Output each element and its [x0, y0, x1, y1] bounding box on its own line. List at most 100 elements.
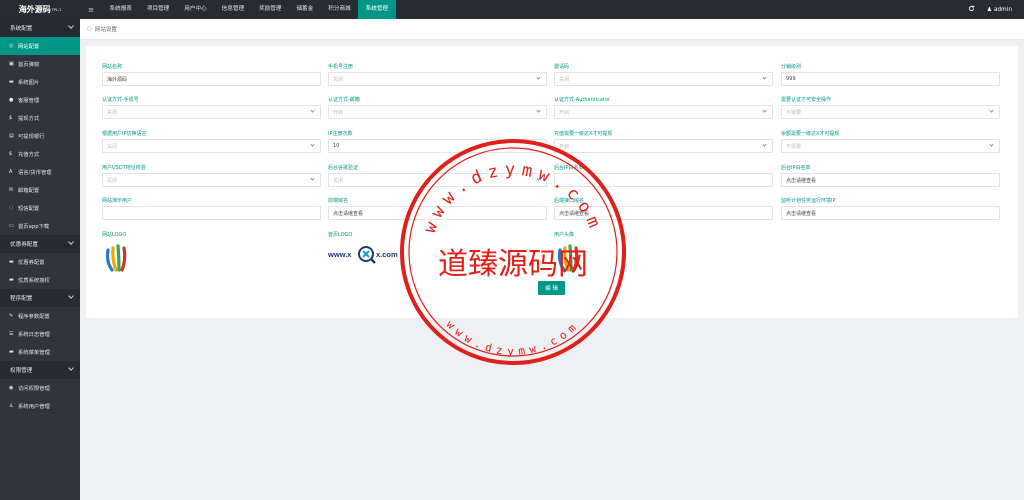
sidebar-item-coupon-config[interactable]: ▬ 优惠券配置 [0, 253, 80, 271]
user-avatar-image[interactable] [554, 240, 586, 276]
ip-whitelist-input-b[interactable]: 点击请继查看 [781, 173, 1000, 187]
nav-item-info[interactable]: 信息管理 [214, 0, 251, 19]
breadcrumb-dot-icon: ○ [87, 26, 92, 32]
field-frontend-domain: 前端域名 点击请继查看 [328, 197, 547, 220]
backend-domain-input[interactable]: 点击请继查看 [554, 206, 773, 220]
field-auth-phone: 认证方式-手机号 关闭 [102, 96, 321, 119]
table-icon: ▤ [9, 133, 14, 139]
nav-item-rewards[interactable]: 奖励管理 [252, 0, 289, 19]
field-label: 网站演示用户 [102, 198, 133, 204]
home-logo-text-a: www.x [328, 250, 352, 259]
balance-withdraw-select[interactable]: 不需要 [781, 139, 1000, 153]
select-value: 关闭 [559, 76, 570, 83]
chevron-down-icon [989, 142, 994, 147]
sidebar-item-label: 系统图片 [18, 80, 40, 86]
nav-item-projects[interactable]: 项目管理 [139, 0, 176, 19]
cron-ip-input[interactable]: 点击请继查看 [781, 206, 1000, 220]
sidebar-item-label: 语言/货币管理 [18, 170, 52, 176]
field-label: 网站名称 [102, 64, 123, 70]
field-cron-ip: 监听计划任务运行环境IP 点击请继查看 [781, 197, 1000, 220]
sidebar-item-label: 优质系统授权 [18, 278, 50, 284]
sidebar-item-system-license[interactable]: ▬ 优质系统授权 [0, 271, 80, 289]
site-logo-image[interactable] [102, 240, 134, 276]
nav-item-users[interactable]: 用户中心 [177, 0, 214, 19]
sidebar-item-label: 充值方式 [18, 152, 40, 158]
sidebar-item-customer-service[interactable]: ● 客服管理 [0, 91, 80, 109]
ip-language-select[interactable]: 关闭 [102, 139, 321, 153]
field-label: 充值需要一级达X才可提现 [554, 131, 613, 137]
field-backend-domain: 后端接口域名点击请继查看 [554, 197, 773, 220]
sidebar-item-email-config[interactable]: ✉ 邮箱配置 [0, 181, 80, 199]
usdt-check-select[interactable]: 关闭 [102, 173, 321, 187]
sidebar-item-app-download[interactable]: ▭ 首页app下载 [0, 217, 80, 235]
nav-item-reports[interactable]: 系统报表 [102, 0, 139, 19]
sidebar-item-system-menu[interactable]: ▬ 系统菜单管理 [0, 343, 80, 361]
sidebar-item-withdraw-banks[interactable]: ▤ 可提现银行 [0, 127, 80, 145]
auth-email-select[interactable]: 开启 [328, 105, 547, 119]
select-value: 开启 [559, 143, 570, 150]
field-ip-register-count: IP注册次数 10 [328, 130, 547, 153]
sidebar-item-recharge-methods[interactable]: $ 充值方式 [0, 145, 80, 163]
sidebar-item-access-permissions[interactable]: ◉ 访问权限管理 [0, 379, 80, 397]
sidebar-item-label: 优惠券配置 [18, 260, 45, 266]
sidebar-group-program-config[interactable]: 程序配置 [0, 289, 80, 307]
ip-whitelist-input-a[interactable] [554, 173, 773, 187]
nav-item-points-mall[interactable]: 积分商城 [321, 0, 358, 19]
refresh-icon[interactable] [963, 5, 981, 14]
field-label: 后台谷歌验证 [328, 165, 359, 171]
sidebar-item-sms-config[interactable]: ◌ 短信配置 [0, 199, 80, 217]
sidebar-item-withdraw-methods[interactable]: $ 提现方式 [0, 109, 80, 127]
site-name-input[interactable]: 海外源码 [102, 72, 321, 86]
field-site-logo: 网站LOGO [102, 231, 321, 278]
distribution-level-input[interactable]: 999 [781, 72, 1000, 86]
sidebar-group-permissions[interactable]: 权限管理 [0, 361, 80, 379]
select-value: 关闭 [107, 109, 118, 116]
field-home-logo: 首页LOGO www.x x.com [327, 231, 547, 272]
chevron-down-icon [536, 108, 541, 113]
ip-register-count-input[interactable]: 10 [328, 139, 547, 153]
google-auth-select[interactable]: 关闭 [328, 173, 547, 187]
field-site-name: 网站名称 海外源码 [102, 63, 321, 86]
dollar-icon: $ [9, 151, 13, 157]
field-auth-email: 认证方式-邮箱 开启 [328, 96, 547, 119]
sidebar-item-system-images[interactable]: ▬ 系统图片 [0, 73, 80, 91]
secure-op-auth-select[interactable]: 不需要 [781, 105, 1000, 119]
menu-toggle-icon[interactable]: ≡ [80, 6, 102, 14]
sidebar-item-language-currency[interactable]: A 语言/货币管理 [0, 163, 80, 181]
nav-item-savings[interactable]: 储蓄金 [289, 0, 321, 19]
field-auth-authenticator: 认证方式-Authenticator 开启 [554, 96, 773, 119]
demo-user-input[interactable] [102, 206, 321, 220]
sidebar-item-program-params[interactable]: ✎ 程序参数配置 [0, 307, 80, 325]
watermark-ring-bottom: www.dzymw.com [444, 318, 583, 358]
user-icon: ♟ [986, 6, 992, 13]
brand-logo[interactable]: 海外源码 TPL.1 [0, 0, 80, 19]
sidebar-item-label: 提现方式 [18, 116, 40, 122]
sidebar-group-label: 权限管理 [10, 368, 33, 374]
chevron-down-icon [762, 75, 767, 80]
home-logo-text-b: x.com [376, 250, 398, 259]
sidebar-item-label: 邮箱配置 [18, 188, 40, 194]
sidebar-item-system-users[interactable]: ♙ 系统用户管理 [0, 397, 80, 415]
home-logo-image[interactable]: www.x x.com [327, 240, 408, 270]
sms-icon: ◌ [9, 205, 14, 211]
sidebar-item-label: 首页弹窗 [18, 62, 40, 68]
breadcrumb-label[interactable]: 网站设置 [95, 25, 117, 33]
sidebar-group-coupon-config[interactable]: 优惠券配置 [0, 235, 80, 253]
sidebar-group-system-config[interactable]: 系统配置 [0, 19, 80, 37]
sidebar-item-system-logs[interactable]: ☰ 系统日志管理 [0, 325, 80, 343]
auth-phone-select[interactable]: 关闭 [102, 105, 321, 119]
auth-authenticator-select[interactable]: 开启 [554, 105, 773, 119]
recharge-withdraw-select[interactable]: 开启 [554, 139, 773, 153]
list-icon: ☰ [9, 331, 14, 337]
sidebar-item-home-popup[interactable]: ▣ 首页弹窗 [0, 55, 80, 73]
select-value: 开启 [559, 109, 570, 116]
phone-register-select[interactable]: 关闭 [328, 72, 547, 86]
nav-item-system[interactable]: 系统管理 [358, 0, 396, 19]
invite-code-select[interactable]: 关闭 [554, 72, 773, 86]
sidebar-item-site-config[interactable]: ◎ 网站配置 [0, 37, 80, 55]
admin-menu[interactable]: ♟ admin [981, 7, 1024, 13]
field-label: 后端接口域名 [554, 198, 585, 204]
frontend-domain-input[interactable]: 点击请继查看 [328, 206, 547, 220]
edit-button[interactable]: 编 辑 [538, 281, 565, 295]
field-label: 用户USDT地址校验 [102, 165, 146, 171]
